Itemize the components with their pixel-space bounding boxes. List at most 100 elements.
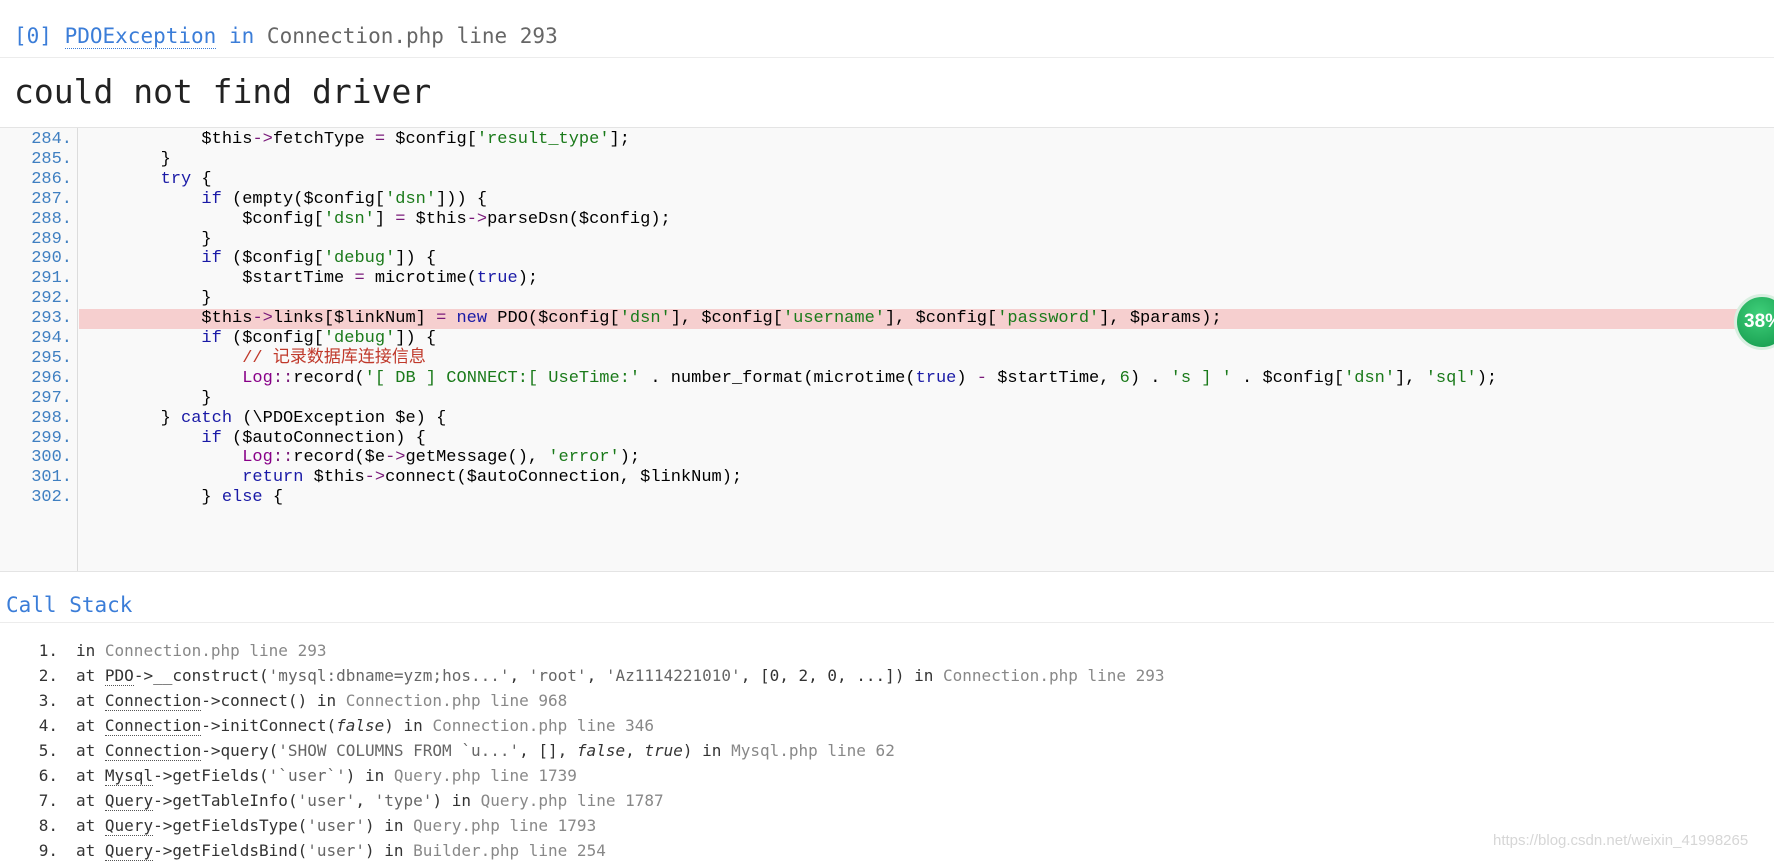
call-stack-token: , [586,666,606,685]
code-token: $config[ [385,130,477,149]
line-number: 297. [31,388,72,408]
call-stack-text: at PDO->__construct('mysql:dbname=yzm;ho… [76,663,1165,688]
file-location: Query.php line 1793 [413,816,597,835]
code-token: 'debug' [323,249,396,269]
call-stack-text: at Query->getFieldsType('user') in Query… [76,813,596,838]
class-abbr[interactable]: Connection [104,691,202,711]
code-line: 294. if ($config['debug']) { [0,329,1774,349]
call-stack-token: , [355,791,375,810]
call-stack-token: 'root' [528,666,587,685]
code-token: 'dsn' [323,209,375,229]
code-text: $config['dsn'] = $this->parseDsn($config… [79,210,1774,230]
code-line: 285. } [0,150,1774,170]
call-stack-number: 4. [38,716,58,735]
code-token: - [976,368,987,388]
code-token: { [191,169,212,189]
code-token: if [201,428,222,448]
code-line: 284. $this->fetchType = $config['result_… [0,130,1774,150]
call-stack-token: '`user`' [268,766,346,785]
class-abbr[interactable]: PDO [104,666,134,686]
line-number: 292. [31,289,72,309]
line-number: 301. [31,468,72,488]
code-line: 296. Log::record('[ DB ] CONNECT:[ UseTi… [0,369,1774,389]
call-stack-token: ->getFieldsType( [153,816,308,835]
call-stack-token: at [76,741,105,760]
exception-index: [0] [14,24,52,48]
code-line: 288. $config['dsn'] = $this->parseDsn($c… [0,210,1774,230]
call-stack-token: ->initConnect( [201,716,337,735]
call-stack-token: ) in [365,816,414,835]
call-stack-token: ->__construct( [133,666,269,685]
class-abbr[interactable]: Mysql [104,766,154,786]
class-abbr[interactable]: Connection [104,716,202,736]
code-token: microtime( [364,269,477,289]
code-token: ($config[ [221,249,324,269]
code-token: ); [619,448,641,468]
call-stack-token: 'user' [307,841,365,860]
code-text: return $this->connect($autoConnection, $… [79,468,1774,488]
class-abbr[interactable]: Connection [104,741,202,761]
class-abbr[interactable]: Query [104,816,154,836]
code-token: ($config[ [221,329,324,348]
code-token: ($autoConnection) { [221,428,426,448]
code-line: 287. if (empty($config['dsn'])) { [0,190,1774,210]
code-text: } [79,230,1774,250]
code-token: '[ DB ] CONNECT:[ UseTime:' [364,368,641,388]
code-token: ); [517,269,539,289]
code-line-highlighted: 293. $this->links[$linkNum] = new PDO($c… [0,309,1774,329]
call-stack-token: ) in [682,741,732,760]
code-token: $this [303,468,365,488]
call-stack-number: 9. [38,841,58,860]
call-stack-token: ) in [432,791,481,810]
code-token: } [79,408,182,428]
code-token: :: [272,368,294,388]
class-abbr[interactable]: Query [104,841,154,861]
call-stack-token: at [76,666,105,685]
code-token: // 记录数据库连接信息 [242,348,426,368]
source-code-panel: 284. $this->fetchType = $config['result_… [0,127,1774,572]
code-token: 'dsn' [1344,368,1396,388]
code-token: 'sql' [1425,368,1477,388]
code-token: . $config[ [1231,368,1345,388]
code-line: 286. try { [0,170,1774,190]
code-text: if ($autoConnection) { [79,429,1774,449]
code-token: ], $config[ [670,309,783,329]
call-stack-token: 'user' [307,816,365,835]
file-location: Query.php line 1787 [480,791,664,810]
code-token: -> [252,130,273,149]
line-number: 295. [31,348,72,368]
exception-location: Connection.php line 293 [266,24,558,48]
code-token: if [201,329,222,348]
code-token: links[$linkNum] [272,309,437,329]
code-text: if (empty($config['dsn'])) { [79,190,1774,210]
call-stack-text: at Connection->query('SHOW COLUMNS FROM … [76,738,895,763]
call-stack-token: 'Az1114221010' [605,666,741,685]
code-token: return [242,468,304,488]
code-token: -> [385,448,406,468]
call-stack-token: at [76,816,105,835]
call-stack-token: , [0, 2, 0, ...]) in [740,666,943,685]
code-token: } [79,289,212,309]
file-location: Builder.php line 254 [413,841,606,860]
code-text: } [79,289,1774,309]
code-token: try [160,169,192,189]
line-number: 289. [31,229,72,249]
code-token: record( [293,368,365,388]
code-token: ]) { [395,329,437,348]
code-token: parseDsn($config); [487,209,671,229]
code-token: ) . [1129,368,1171,388]
code-token: Log [242,448,273,468]
code-token: ] [374,209,396,229]
code-token: (empty($config[ [221,189,386,209]
call-stack-number: 3. [38,691,58,710]
code-line: 290. if ($config['debug']) { [0,249,1774,269]
call-stack-number: 2. [38,666,58,685]
exception-class-link[interactable]: PDOException [64,24,217,49]
class-abbr[interactable]: Query [104,791,154,811]
